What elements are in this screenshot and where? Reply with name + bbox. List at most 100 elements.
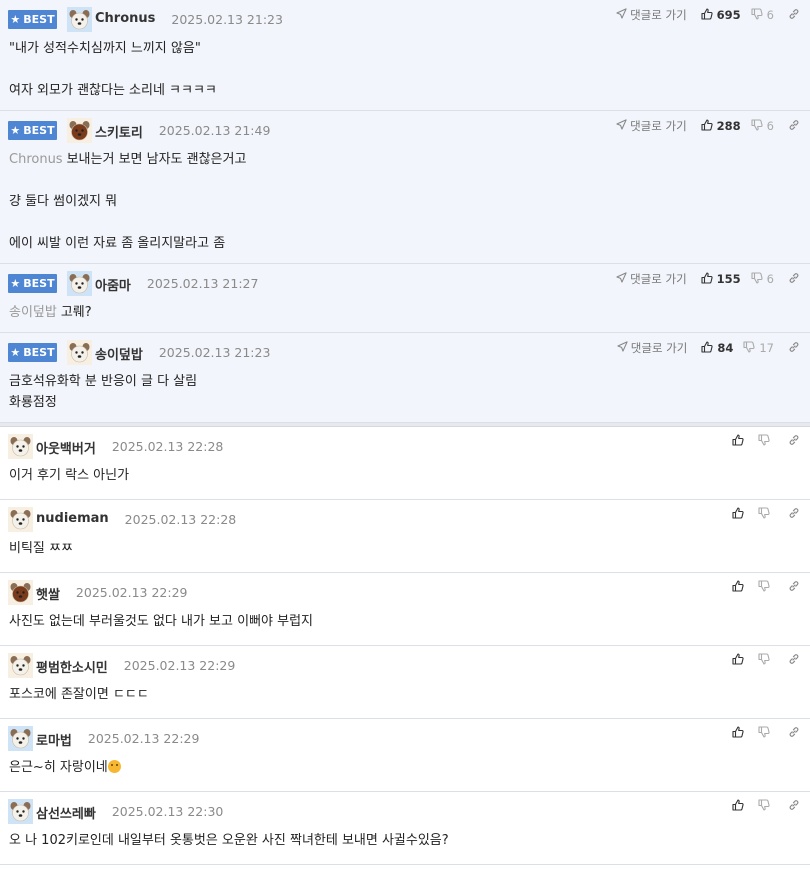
thumbs-up-icon	[732, 799, 748, 814]
upvote-button[interactable]: 288	[701, 118, 741, 134]
avatar[interactable]	[8, 653, 33, 678]
link-button[interactable]	[788, 341, 800, 356]
nickname[interactable]: nudieman	[36, 511, 109, 526]
best-badge: ★ BEST	[8, 274, 57, 293]
upvote-button[interactable]	[732, 580, 748, 595]
link-button[interactable]	[788, 726, 800, 741]
thumbs-down-icon	[758, 434, 774, 449]
comment-date: 2025.02.13 21:23	[171, 12, 283, 27]
send-icon	[616, 119, 630, 133]
comment-header: 로마법 2025.02.13 22:29	[0, 719, 810, 757]
comment-text: 금호석유화학 분 반응이 글 다 살림	[9, 374, 198, 389]
upvote-button[interactable]: 155	[701, 271, 741, 287]
comment-line: 사진도 없는데 부러울것도 없다 내가 보고 이뻐야 부럽지	[9, 611, 790, 632]
downvote-button[interactable]	[758, 726, 774, 741]
thumbs-up-icon	[701, 118, 717, 134]
downvote-button[interactable]	[758, 507, 774, 522]
thumbs-down-icon	[751, 271, 767, 287]
best-label: BEST	[23, 13, 55, 26]
nickname[interactable]: 햇쌀	[36, 584, 60, 603]
comment-line: 은근~히 자랑이네	[9, 757, 790, 778]
goto-comment-button[interactable]: 댓글로 가기	[616, 7, 687, 23]
comment-actions: 댓글로 가기 288 6	[616, 118, 800, 134]
comment-text: 오 나 102키로인데 내일부터 옷통벗은 오운완 사진 짝녀한테 보내면 사귈…	[9, 833, 449, 848]
upvote-button[interactable]	[732, 507, 748, 522]
comment-text: 걍 둘다 썸이겠지 뭐	[9, 194, 118, 209]
best-badge: ★ BEST	[8, 10, 57, 29]
link-button[interactable]	[788, 653, 800, 668]
thumbs-down-icon	[758, 507, 774, 522]
goto-comment-button[interactable]: 댓글로 가기	[617, 340, 687, 356]
avatar[interactable]	[8, 580, 33, 605]
link-button[interactable]	[788, 799, 800, 814]
downvote-button[interactable]	[758, 580, 774, 595]
avatar[interactable]	[8, 507, 33, 532]
avatar[interactable]	[8, 799, 33, 824]
upvote-count: 288	[716, 119, 741, 133]
upvote-button[interactable]	[732, 726, 748, 741]
nickname[interactable]: 평범한소시민	[36, 657, 108, 676]
downvote-button[interactable]	[758, 653, 774, 668]
downvote-count: 17	[759, 341, 774, 355]
comment-text: 비틱질 ㅉㅉ	[9, 541, 73, 556]
comment-header: ★ BEST 스키토리 2025.02.13 21:49 댓글로 가기 288 6	[0, 111, 810, 149]
downvote-button[interactable]: 6	[751, 118, 774, 134]
nickname[interactable]: 송이덮밥	[95, 344, 143, 363]
mention-link[interactable]: 송이덮밥	[9, 305, 57, 320]
comment-date: 2025.02.13 22:28	[111, 439, 224, 454]
comment-text: 은근~히 자랑이네	[9, 760, 108, 775]
upvote-button[interactable]	[732, 653, 748, 668]
link-button[interactable]	[788, 580, 800, 595]
link-icon	[788, 580, 800, 595]
downvote-button[interactable]: 17	[743, 340, 774, 356]
downvote-button[interactable]	[758, 799, 774, 814]
avatar[interactable]	[67, 340, 92, 365]
send-icon	[617, 341, 631, 355]
nickname[interactable]: 아줌마	[95, 275, 131, 294]
link-button[interactable]	[788, 119, 800, 134]
upvote-count: 695	[716, 8, 741, 22]
upvote-button[interactable]: 84	[701, 340, 733, 356]
comment-line: 이거 후기 락스 아닌가	[9, 465, 790, 486]
goto-comment-button[interactable]: 댓글로 가기	[616, 118, 687, 134]
upvote-button[interactable]: 695	[701, 7, 741, 23]
comment-actions: 댓글로 가기 84 17	[617, 340, 800, 356]
link-icon	[788, 726, 800, 741]
comment-header: 평범한소시민 2025.02.13 22:29	[0, 646, 810, 684]
comment: nudieman 2025.02.13 22:28 비틱질 ㅉㅉ	[0, 500, 810, 573]
star-icon: ★	[10, 124, 21, 137]
best-badge: ★ BEST	[8, 121, 57, 140]
downvote-count: 6	[766, 119, 774, 133]
avatar[interactable]	[67, 7, 92, 32]
nickname[interactable]: Chronus	[95, 11, 155, 26]
comment-header: ★ BEST Chronus 2025.02.13 21:23 댓글로 가기 695 6	[0, 0, 810, 38]
downvote-button[interactable]: 6	[751, 7, 774, 23]
link-button[interactable]	[788, 272, 800, 287]
avatar[interactable]	[67, 118, 92, 143]
comment-date: 2025.02.13 21:27	[146, 276, 259, 291]
avatar[interactable]	[8, 434, 33, 459]
link-button[interactable]	[788, 434, 800, 449]
nickname[interactable]: 로마법	[36, 730, 72, 749]
nickname[interactable]: 삼선쓰레빠	[36, 803, 96, 822]
upvote-button[interactable]	[732, 434, 748, 449]
goto-comment-button[interactable]: 댓글로 가기	[616, 271, 687, 287]
comment-date: 2025.02.13 22:29	[75, 585, 188, 600]
link-button[interactable]	[788, 8, 800, 23]
nickname[interactable]: 아웃백버거	[36, 438, 96, 457]
comment-date: 2025.02.13 21:23	[158, 345, 271, 360]
comment-actions	[732, 580, 800, 595]
link-button[interactable]	[788, 507, 800, 522]
avatar[interactable]	[8, 726, 33, 751]
thumbs-up-icon	[732, 653, 748, 668]
goto-comment-label: 댓글로 가기	[630, 8, 687, 22]
comment-date: 2025.02.13 21:49	[158, 123, 271, 138]
avatar[interactable]	[67, 271, 92, 296]
comment-actions	[732, 726, 800, 741]
upvote-button[interactable]	[732, 799, 748, 814]
mention-link[interactable]: Chronus	[9, 152, 63, 167]
nickname[interactable]: 스키토리	[95, 122, 143, 141]
comment-header: nudieman 2025.02.13 22:28	[0, 500, 810, 538]
downvote-button[interactable]	[758, 434, 774, 449]
downvote-button[interactable]: 6	[751, 271, 774, 287]
